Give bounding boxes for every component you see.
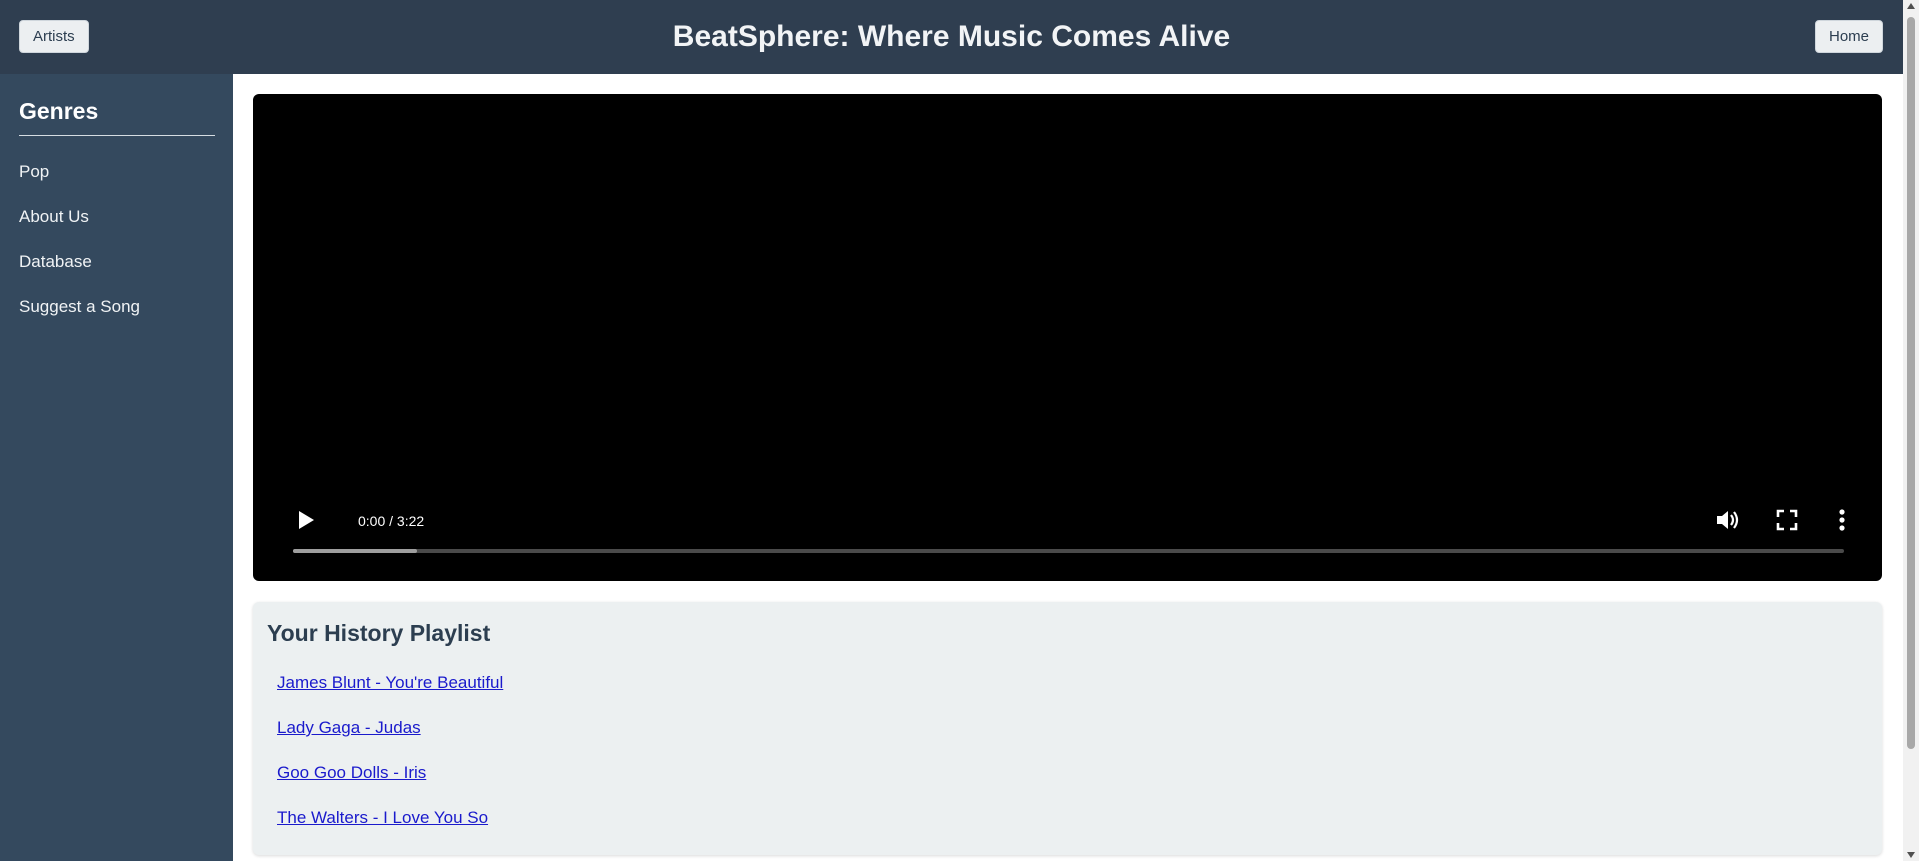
- sidebar-item-about-us[interactable]: About Us: [19, 207, 140, 252]
- playlist-link[interactable]: Lady Gaga - Judas: [277, 718, 421, 737]
- main-content: 0:00 / 3:22 Your History Playlist James …: [233, 74, 1903, 861]
- volume-icon[interactable]: [1715, 508, 1741, 537]
- sidebar-heading: Genres: [19, 98, 215, 136]
- scroll-up-icon[interactable]: [1907, 3, 1915, 9]
- play-icon[interactable]: [297, 510, 315, 535]
- list-item: James Blunt - You're Beautiful: [277, 673, 503, 718]
- time-display: 0:00 / 3:22: [358, 513, 425, 529]
- progress-buffered: [293, 549, 418, 553]
- top-header: Artists BeatSphere: Where Music Comes Al…: [0, 0, 1903, 74]
- playlist-link[interactable]: James Blunt - You're Beautiful: [277, 673, 503, 692]
- history-playlist: Your History Playlist James Blunt - You'…: [253, 602, 1882, 855]
- sidebar-item-pop[interactable]: Pop: [19, 162, 140, 207]
- fullscreen-icon[interactable]: [1775, 508, 1799, 537]
- scroll-thumb[interactable]: [1907, 17, 1915, 749]
- sidebar-nav: Pop About Us Database Suggest a Song: [19, 162, 140, 342]
- more-options-icon[interactable]: [1836, 508, 1848, 537]
- video-player[interactable]: 0:00 / 3:22: [253, 94, 1882, 581]
- page-scrollbar[interactable]: [1903, 0, 1919, 861]
- playlist-list: James Blunt - You're Beautiful Lady Gaga…: [277, 673, 503, 853]
- list-item: Goo Goo Dolls - Iris: [277, 763, 503, 808]
- sidebar-item-suggest-a-song[interactable]: Suggest a Song: [19, 297, 140, 342]
- progress-bar[interactable]: [293, 549, 1844, 553]
- home-button[interactable]: Home: [1814, 20, 1883, 53]
- playlist-heading: Your History Playlist: [267, 620, 491, 646]
- playlist-link[interactable]: The Walters - I Love You So: [277, 808, 488, 827]
- page-title: BeatSphere: Where Music Comes Alive: [672, 20, 1231, 53]
- scroll-down-icon[interactable]: [1907, 852, 1915, 858]
- playlist-link[interactable]: Goo Goo Dolls - Iris: [277, 763, 426, 782]
- sidebar-item-database[interactable]: Database: [19, 252, 140, 297]
- list-item: The Walters - I Love You So: [277, 808, 503, 853]
- list-item: Lady Gaga - Judas: [277, 718, 503, 763]
- sidebar: Genres Pop About Us Database Suggest a S…: [0, 74, 233, 861]
